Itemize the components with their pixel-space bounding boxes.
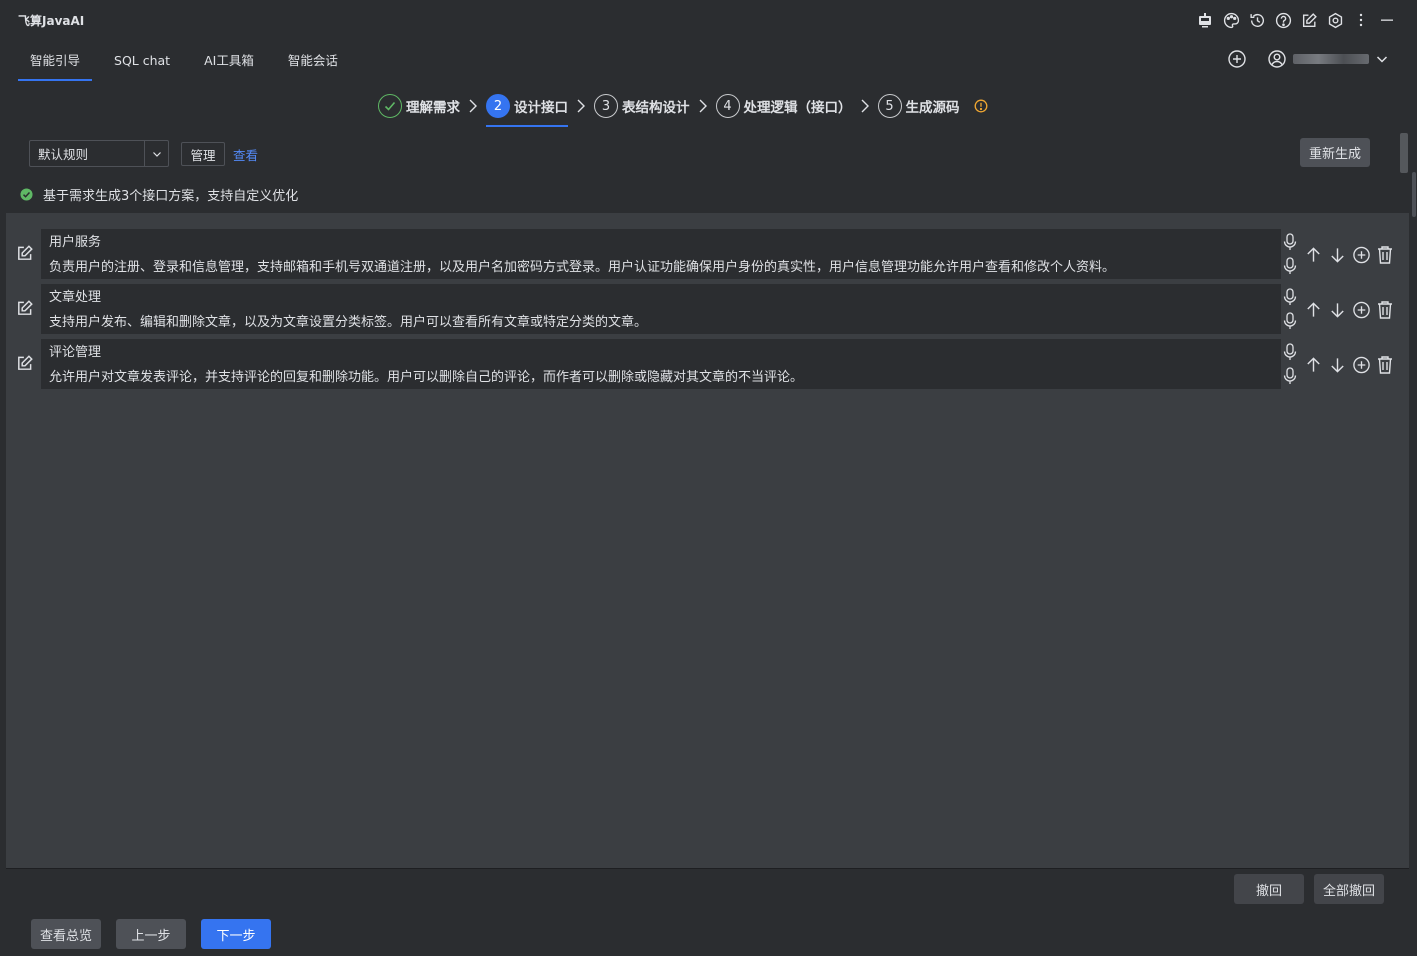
microphone-icon[interactable]	[1283, 367, 1297, 385]
microphone-icon[interactable]	[1283, 343, 1297, 361]
undo-bar	[6, 868, 1409, 907]
titlebar-actions	[1195, 10, 1397, 30]
undo-all-button[interactable]: 全部撤回	[1314, 874, 1384, 904]
info-text: 基于需求生成3个接口方案，支持自定义优化	[43, 188, 299, 204]
interface-title: 用户服务	[49, 235, 102, 250]
move-up-icon[interactable]	[1304, 245, 1323, 265]
history-icon[interactable]	[1247, 10, 1267, 30]
step-generate-source[interactable]: 5 生成源码	[877, 90, 960, 122]
add-circle-icon[interactable]	[1352, 300, 1371, 320]
list-item: 用户服务 负责用户的注册、登录和信息管理，支持邮箱和手机号双通道注册，以及用户名…	[6, 229, 1409, 284]
manage-button[interactable]: 管理	[181, 142, 225, 166]
info-bar: 基于需求生成3个接口方案，支持自定义优化	[6, 175, 1409, 213]
move-up-icon[interactable]	[1304, 355, 1323, 375]
microphone-icon[interactable]	[1283, 312, 1297, 330]
interface-title: 评论管理	[49, 345, 102, 360]
warning-info-icon[interactable]	[974, 99, 988, 113]
minimize-icon[interactable]	[1377, 10, 1397, 30]
step-understand-requirements[interactable]: 理解需求	[378, 90, 460, 122]
microphone-icon[interactable]	[1283, 257, 1297, 275]
step-processing-logic[interactable]: 4 处理逻辑（接口）	[715, 90, 852, 122]
chevron-right-icon	[699, 99, 707, 113]
tab-bar: 智能引导 SQL chat AI工具箱 智能会话	[18, 40, 360, 81]
rule-select-value: 默认规则	[38, 147, 89, 162]
chevron-right-icon	[861, 99, 869, 113]
interface-card[interactable]: 用户服务 负责用户的注册、登录和信息管理，支持邮箱和手机号双通道注册，以及用户名…	[41, 229, 1281, 279]
tab-smart-chat[interactable]: 智能会话	[276, 40, 350, 81]
view-link[interactable]: 查看	[233, 145, 258, 164]
edit-icon[interactable]	[16, 354, 34, 372]
voice-inputs	[1283, 233, 1297, 275]
step-design-interface[interactable]: 2 设计接口	[486, 90, 568, 127]
tab-smart-guide[interactable]: 智能引导	[18, 40, 93, 81]
voice-inputs	[1283, 288, 1297, 330]
step-number: 5	[877, 94, 902, 118]
chevron-right-icon	[577, 99, 585, 113]
more-vertical-icon[interactable]	[1351, 10, 1371, 30]
trash-icon[interactable]	[1376, 355, 1394, 375]
move-down-icon[interactable]	[1328, 300, 1347, 320]
voice-inputs	[1283, 343, 1297, 385]
add-circle-icon[interactable]	[1352, 245, 1371, 265]
step-label: 表结构设计	[622, 100, 690, 116]
microphone-icon[interactable]	[1283, 288, 1297, 306]
trash-icon[interactable]	[1376, 300, 1394, 320]
interface-list: 用户服务 负责用户的注册、登录和信息管理，支持邮箱和手机号双通道注册，以及用户名…	[6, 229, 1409, 394]
step-label: 生成源码	[905, 100, 960, 116]
chevron-right-icon	[469, 99, 477, 113]
trash-icon[interactable]	[1376, 245, 1394, 265]
interface-description: 负责用户的注册、登录和信息管理，支持邮箱和手机号双通道注册，以及用户名加密码方式…	[49, 260, 1116, 275]
move-up-icon[interactable]	[1304, 300, 1323, 320]
robot-icon[interactable]	[1195, 10, 1215, 30]
stepper: 理解需求 2 设计接口 3 表结构设计 4 处理逻辑（接口） 5 生成源码	[378, 90, 988, 127]
step-label: 设计接口	[514, 100, 568, 116]
edit-icon[interactable]	[16, 244, 34, 262]
interface-description: 允许用户对文章发表评论，并支持评论的回复和删除功能。用户可以删除自己的评论，而作…	[49, 370, 804, 385]
tab-sql-chat[interactable]: SQL chat	[102, 40, 182, 81]
step-label: 理解需求	[406, 100, 460, 116]
rule-select[interactable]: 默认规则	[29, 140, 169, 167]
next-step-button[interactable]: 下一步	[201, 919, 271, 949]
item-actions	[1304, 300, 1394, 320]
edit-icon[interactable]	[1299, 10, 1319, 30]
regenerate-button[interactable]: 重新生成	[1300, 138, 1370, 167]
add-circle-icon[interactable]	[1227, 49, 1247, 69]
list-item: 评论管理 允许用户对文章发表评论，并支持评论的回复和删除功能。用户可以删除自己的…	[6, 339, 1409, 394]
step-number: 4	[715, 94, 740, 118]
interface-card[interactable]: 评论管理 允许用户对文章发表评论，并支持评论的回复和删除功能。用户可以删除自己的…	[41, 339, 1281, 389]
tab-bar-actions	[1227, 49, 1389, 69]
settings-icon[interactable]	[1325, 10, 1345, 30]
help-icon[interactable]	[1273, 10, 1293, 30]
microphone-icon[interactable]	[1283, 233, 1297, 251]
step-label: 处理逻辑（接口）	[743, 100, 852, 116]
inner-scrollbar[interactable]	[1400, 133, 1408, 173]
interface-description: 支持用户发布、编辑和删除文章，以及为文章设置分类标签。用户可以查看所有文章或特定…	[49, 315, 648, 330]
previous-step-button[interactable]: 上一步	[116, 919, 186, 949]
add-circle-icon[interactable]	[1352, 355, 1371, 375]
undo-button[interactable]: 撤回	[1234, 874, 1304, 904]
app-title: 飞算JavaAI	[18, 14, 85, 28]
interface-card[interactable]: 文章处理 支持用户发布、编辑和删除文章，以及为文章设置分类标签。用户可以查看所有…	[41, 284, 1281, 334]
move-down-icon[interactable]	[1328, 355, 1347, 375]
step-table-design[interactable]: 3 表结构设计	[594, 90, 690, 122]
check-icon	[378, 94, 402, 118]
username-redacted	[1293, 54, 1369, 64]
list-item: 文章处理 支持用户发布、编辑和删除文章，以及为文章设置分类标签。用户可以查看所有…	[6, 284, 1409, 339]
chevron-down-icon	[1375, 52, 1389, 66]
user-avatar-icon	[1267, 49, 1287, 69]
palette-icon[interactable]	[1221, 10, 1241, 30]
tab-ai-toolbox[interactable]: AI工具箱	[192, 40, 266, 81]
step-number: 3	[594, 94, 618, 118]
interface-title: 文章处理	[49, 290, 102, 305]
edit-icon[interactable]	[16, 299, 34, 317]
item-actions	[1304, 245, 1394, 265]
success-check-icon	[20, 187, 33, 201]
view-overview-button[interactable]: 查看总览	[31, 919, 101, 949]
outer-scrollbar[interactable]	[1412, 172, 1416, 217]
step-number: 2	[486, 94, 510, 118]
item-actions	[1304, 355, 1394, 375]
move-down-icon[interactable]	[1328, 245, 1347, 265]
user-menu[interactable]	[1267, 49, 1389, 69]
chevron-down-icon	[144, 141, 168, 166]
